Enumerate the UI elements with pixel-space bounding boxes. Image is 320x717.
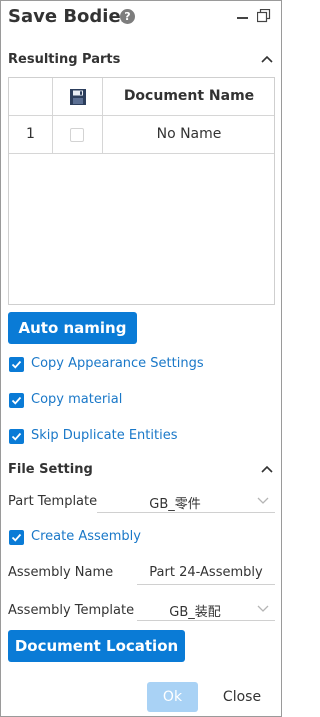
restore-icon[interactable] xyxy=(257,9,271,23)
header-document-name-cell: Document Name xyxy=(103,78,275,115)
table-row[interactable]: 1 No Name xyxy=(9,116,274,154)
row-index-cell: 1 xyxy=(9,116,53,153)
chevron-down-icon xyxy=(257,605,269,612)
title-bar: Save Bodies ? xyxy=(1,1,281,37)
resulting-parts-header[interactable]: Resulting Parts xyxy=(1,49,281,73)
row-name-cell[interactable]: No Name xyxy=(103,116,275,153)
row-document-name: No Name xyxy=(156,126,222,142)
part-template-select[interactable]: GB_零件 xyxy=(97,491,275,513)
row-index: 1 xyxy=(26,126,35,142)
help-icon[interactable]: ? xyxy=(120,9,135,24)
resulting-parts-table: Document Name 1 No Name xyxy=(8,77,275,305)
assembly-name-input[interactable]: Part 24-Assembly xyxy=(137,563,275,585)
chevron-down-icon xyxy=(257,497,269,504)
header-save-cell xyxy=(53,78,103,115)
chevron-up-icon[interactable] xyxy=(261,54,273,64)
ok-button[interactable]: Ok xyxy=(147,682,198,712)
panel-title: Save Bodies xyxy=(8,6,132,27)
assembly-template-value: GB_装配 xyxy=(169,605,221,620)
save-icon xyxy=(70,89,86,105)
file-setting-header[interactable]: File Setting xyxy=(1,459,281,483)
close-button[interactable]: Close xyxy=(215,682,269,712)
part-template-value: GB_零件 xyxy=(149,497,201,512)
copy-appearance-label: Copy Appearance Settings xyxy=(31,356,204,371)
copy-material-label: Copy material xyxy=(31,392,123,407)
checkbox-checked-icon[interactable] xyxy=(9,357,24,372)
assembly-name-value: Part 24-Assembly xyxy=(149,565,263,580)
create-assembly-label: Create Assembly xyxy=(31,529,141,544)
checkbox-checked-icon[interactable] xyxy=(9,429,24,444)
assembly-template-label: Assembly Template xyxy=(8,603,135,618)
save-bodies-panel: Save Bodies ? Resulting Parts Document N… xyxy=(0,0,282,717)
document-location-button[interactable]: Document Location xyxy=(8,630,185,662)
row-checkbox-cell xyxy=(53,116,103,153)
resulting-parts-title: Resulting Parts xyxy=(8,52,121,67)
skip-duplicate-label: Skip Duplicate Entities xyxy=(31,428,178,443)
checkbox-checked-icon[interactable] xyxy=(9,530,24,545)
row-save-checkbox[interactable] xyxy=(70,128,84,142)
checkbox-checked-icon[interactable] xyxy=(9,393,24,408)
document-name-column-header: Document Name xyxy=(123,88,255,104)
assembly-name-label: Assembly Name xyxy=(8,565,114,580)
part-template-label: Part Template xyxy=(8,494,98,509)
assembly-template-select[interactable]: GB_装配 xyxy=(137,599,275,621)
file-setting-title: File Setting xyxy=(8,462,93,477)
header-index-cell xyxy=(9,78,53,115)
auto-naming-button[interactable]: Auto naming xyxy=(8,312,137,344)
minimize-icon[interactable] xyxy=(237,17,248,19)
table-header-row: Document Name xyxy=(9,78,274,116)
chevron-up-icon[interactable] xyxy=(261,464,273,474)
